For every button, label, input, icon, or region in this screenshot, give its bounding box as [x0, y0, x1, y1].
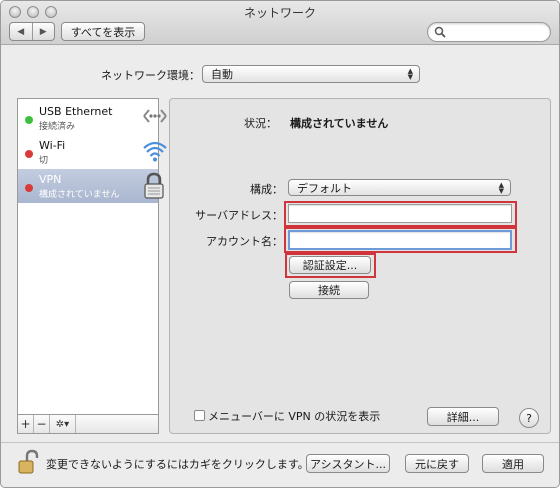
service-status: 切 [39, 156, 49, 166]
back-forward-control: ◀ ▶ [9, 22, 55, 41]
status-dot-not-configured [25, 184, 33, 192]
remove-service-button[interactable]: − [34, 415, 50, 433]
revert-button[interactable]: 元に戻す [405, 454, 469, 473]
help-button[interactable]: ? [519, 408, 539, 428]
service-name: VPN [39, 173, 62, 186]
wifi-icon [143, 141, 167, 162]
lock-icon [144, 172, 164, 199]
location-select[interactable]: 自動 ▲ ▼ [202, 65, 420, 83]
server-address-field[interactable] [288, 204, 512, 223]
service-item-wifi[interactable]: Wi-Fi 切 [18, 135, 167, 169]
select-arrows-icon: ▲ ▼ [407, 67, 413, 81]
advanced-button[interactable]: 詳細... [427, 407, 499, 426]
status-dot-off [25, 150, 33, 158]
show-all-button[interactable]: すべてを表示 [61, 22, 145, 41]
network-preferences-window: ネットワーク ◀ ▶ すべてを表示 ネットワーク環境： 自動 ▲ ▼ USB Et… [0, 0, 560, 488]
connect-button[interactable]: 接続 [289, 281, 369, 299]
account-name-label: アカウント名： [206, 235, 283, 248]
service-list: USB Ethernet 接続済み Wi-Fi 切 VPN 構成されていません [17, 98, 167, 415]
lock-hint-text: 変更できないようにするにはカギをクリックします。 [46, 458, 309, 471]
service-name: Wi-Fi [39, 139, 66, 152]
forward-arrow-icon[interactable]: ▶ [33, 23, 55, 40]
config-label: 構成： [250, 183, 283, 196]
server-address-label: サーバアドレス： [195, 209, 283, 222]
status-dot-connected [25, 116, 33, 124]
config-select[interactable]: デフォルト ▲ ▼ [288, 179, 511, 196]
config-value: デフォルト [297, 181, 352, 195]
ethernet-icon [143, 109, 167, 123]
authentication-settings-button[interactable]: 認証設定... [289, 256, 371, 274]
search-icon [434, 26, 446, 38]
show-vpn-status-checkbox[interactable] [194, 410, 205, 421]
back-arrow-icon[interactable]: ◀ [10, 23, 33, 40]
title-bar: ネットワーク ◀ ▶ すべてを表示 [1, 1, 559, 45]
window-title: ネットワーク [243, 6, 316, 20]
show-vpn-status-label: メニューバーに VPN の状況を表示 [208, 410, 381, 423]
account-name-field[interactable] [288, 230, 512, 250]
service-item-usb-ethernet[interactable]: USB Ethernet 接続済み [18, 101, 167, 135]
service-name: USB Ethernet [39, 105, 113, 118]
status-value: 構成されていません [290, 117, 389, 130]
assistant-button[interactable]: アシスタント... [306, 454, 390, 473]
service-list-toolbar: + − ✲▾ [17, 415, 159, 434]
search-input[interactable] [427, 22, 551, 42]
service-status: 構成されていません [39, 190, 120, 200]
service-item-vpn[interactable]: VPN 構成されていません [18, 169, 164, 203]
service-status: 接続済み [39, 122, 76, 132]
location-value: 自動 [211, 68, 233, 81]
select-arrows-icon: ▲ ▼ [498, 181, 504, 195]
status-label: 状況： [244, 117, 277, 130]
apply-button[interactable]: 適用 [482, 454, 544, 473]
gear-icon[interactable]: ✲▾ [50, 415, 76, 433]
padlock-icon[interactable] [17, 449, 39, 475]
location-label: ネットワーク環境： [101, 69, 200, 82]
footer-separator [1, 442, 559, 443]
add-service-button[interactable]: + [18, 415, 34, 433]
